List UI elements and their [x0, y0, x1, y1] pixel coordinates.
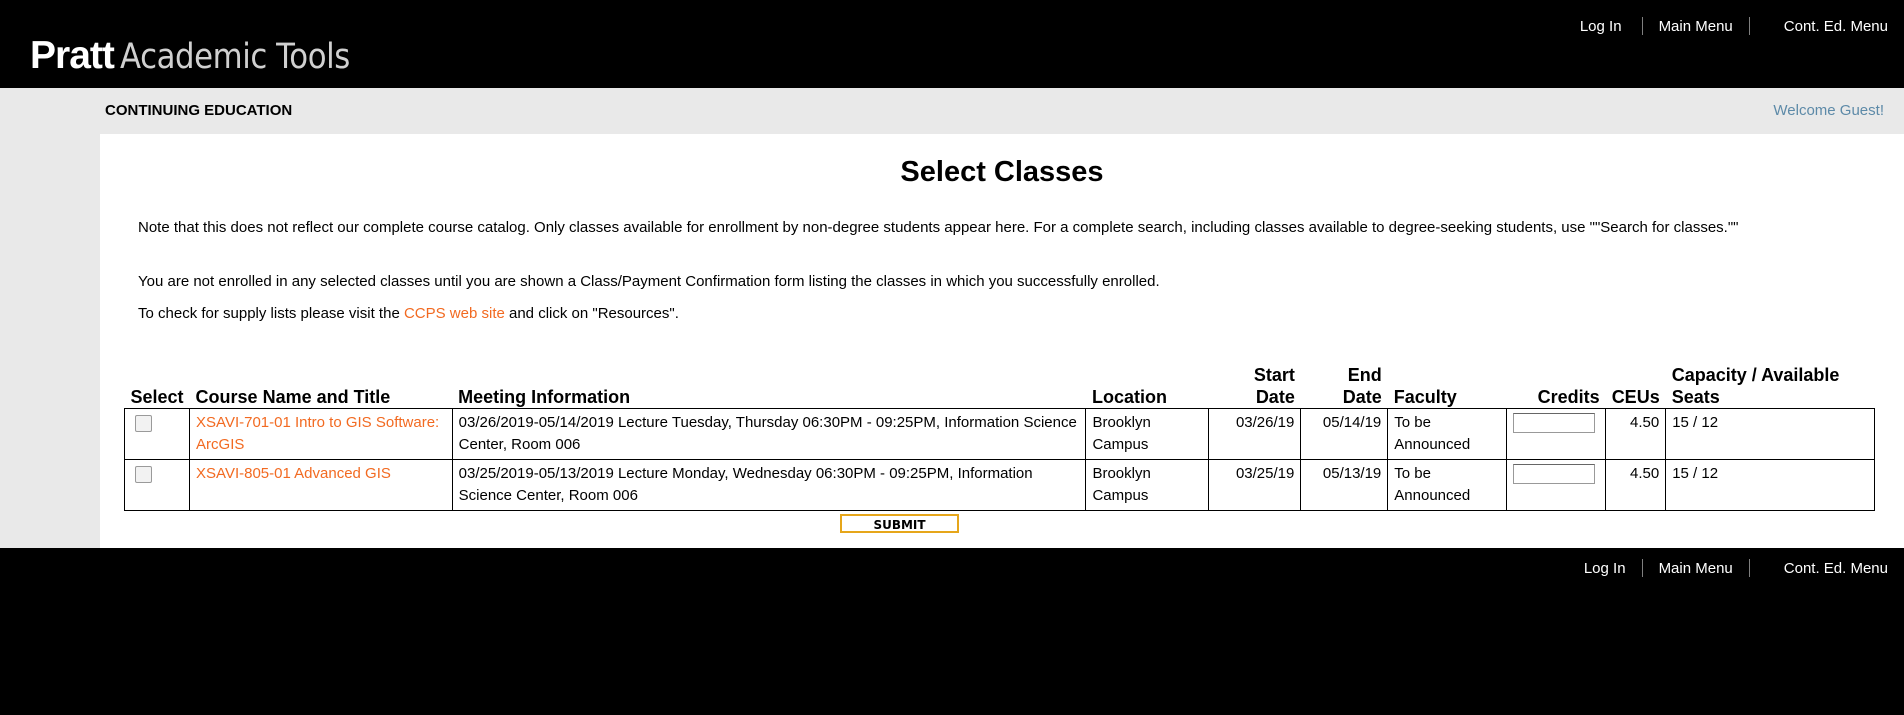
header-end-date: End Date: [1301, 364, 1388, 409]
header-end-line1: End: [1347, 365, 1382, 385]
header-select: Select: [130, 387, 184, 407]
header-meeting: Meeting Information: [458, 387, 631, 407]
top-nav: Log In Main Menu Cont. Ed. Menu: [1564, 16, 1904, 36]
course-link[interactable]: XSAVI-805-01 Advanced GIS: [196, 465, 391, 482]
classes-table: Select Course Name and Title Meeting Inf…: [123, 364, 1875, 511]
enrollment-note: You are not enrolled in any selected cla…: [138, 273, 1160, 290]
section-title: CONTINUING EDUCATION: [105, 102, 293, 119]
page-title: Select Classes: [900, 156, 1104, 188]
capacity-cell: 15 / 12: [1665, 459, 1875, 511]
catalog-note: Note that this does not reflect our comp…: [138, 219, 1739, 236]
header-start-line2: Date: [1255, 387, 1295, 407]
end-date-cell: 05/14/19: [1300, 408, 1389, 460]
select-checkbox[interactable]: [135, 466, 152, 483]
header-end-line2: Date: [1342, 387, 1382, 407]
course-cell: XSAVI-805-01 Advanced GIS: [189, 459, 453, 511]
faculty-cell: To be Announced: [1387, 459, 1508, 511]
course-cell: XSAVI-701-01 Intro to GIS Software: ArcG…: [189, 408, 453, 460]
main-content: Select Classes Note that this does not r…: [100, 134, 1904, 548]
supply-prefix: To check for supply lists please visit t…: [138, 305, 404, 322]
select-cell: [123, 459, 191, 511]
header-location: Location: [1091, 387, 1167, 407]
select-cell: [123, 408, 191, 460]
credits-cell: [1506, 408, 1607, 460]
header-credits: Credits: [1537, 387, 1600, 407]
header-capacity-line2: Seats: [1671, 387, 1720, 407]
ccps-website-link[interactable]: CCPS web site: [404, 305, 505, 322]
table-header-row: Select Course Name and Title Meeting Inf…: [125, 364, 1875, 409]
nav-cont-ed-menu[interactable]: Cont. Ed. Menu: [1750, 18, 1904, 35]
table-row: XSAVI-805-01 Advanced GIS 03/25/2019-05/…: [123, 459, 1875, 511]
header-capacity-line1: Capacity / Available: [1671, 365, 1840, 385]
meeting-cell: 03/26/2019-05/14/2019 Lecture Tuesday, T…: [451, 408, 1087, 460]
meeting-cell: 03/25/2019-05/13/2019 Lecture Monday, We…: [451, 459, 1087, 511]
credits-cell: [1506, 459, 1607, 511]
footer-nav: Log In Main Menu Cont. Ed. Menu: [1568, 558, 1904, 578]
ceus-cell: 4.50: [1605, 459, 1667, 511]
ceus-cell: 4.50: [1605, 408, 1667, 460]
credits-input[interactable]: [1513, 464, 1596, 484]
footer-cont-ed-menu[interactable]: Cont. Ed. Menu: [1750, 560, 1904, 577]
logo-subtitle: Academic Tools: [119, 37, 350, 77]
course-link[interactable]: XSAVI-701-01 Intro to GIS Software: ArcG…: [196, 414, 439, 453]
top-header: Pratt Academic Tools Log In Main Menu Con…: [0, 4, 1904, 88]
capacity-cell: 15 / 12: [1665, 408, 1875, 460]
footer-log-in[interactable]: Log In: [1568, 560, 1642, 577]
start-date-cell: 03/25/19: [1208, 459, 1302, 511]
logo-brand: Pratt: [30, 34, 115, 77]
supply-suffix: and click on "Resources".: [504, 305, 679, 322]
select-checkbox[interactable]: [135, 415, 152, 432]
faculty-cell: To be Announced: [1387, 408, 1508, 460]
header-start-date: Start Date: [1209, 364, 1301, 409]
submit-button[interactable]: SUBMIT: [840, 514, 959, 533]
header-capacity: Capacity / Available Seats: [1666, 364, 1875, 409]
footer-main-menu[interactable]: Main Menu: [1643, 560, 1749, 577]
start-date-cell: 03/26/19: [1208, 408, 1302, 460]
location-cell: Brooklyn Campus: [1085, 408, 1210, 460]
nav-log-in[interactable]: Log In: [1564, 18, 1642, 35]
nav-main-menu[interactable]: Main Menu: [1643, 18, 1749, 35]
credits-input[interactable]: [1513, 413, 1596, 433]
supply-list-note: To check for supply lists please visit t…: [138, 305, 679, 322]
header-start-line1: Start: [1253, 365, 1295, 385]
pratt-academic-tools-logo[interactable]: Pratt Academic Tools: [30, 32, 381, 81]
header-faculty: Faculty: [1393, 387, 1457, 407]
header-course: Course Name and Title: [195, 387, 391, 407]
header-ceus: CEUs: [1611, 387, 1660, 407]
table-row: XSAVI-701-01 Intro to GIS Software: ArcG…: [123, 408, 1875, 460]
location-cell: Brooklyn Campus: [1085, 459, 1210, 511]
welcome-message: Welcome Guest!: [1773, 102, 1884, 119]
end-date-cell: 05/13/19: [1300, 459, 1389, 511]
